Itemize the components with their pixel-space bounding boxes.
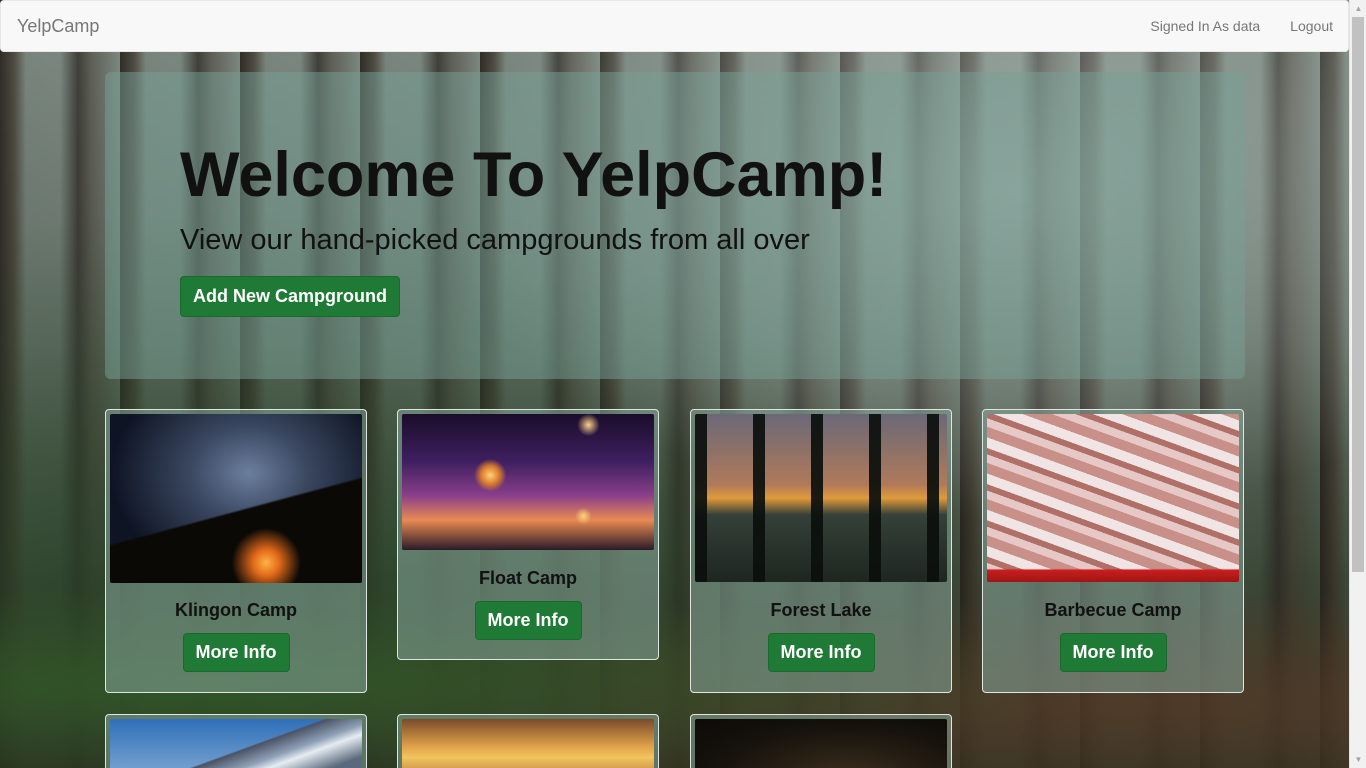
more-info-button[interactable]: More Info	[182, 633, 290, 672]
more-info-button[interactable]: More Info	[474, 601, 582, 640]
logout-link[interactable]: Logout	[1290, 18, 1333, 34]
campground-card: Forest Lake More Info	[690, 409, 952, 693]
brand-link[interactable]: YelpCamp	[17, 16, 99, 37]
campground-card	[105, 714, 367, 768]
signed-in-link[interactable]: Signed In As data	[1150, 18, 1260, 34]
forest-lake-sunset-image[interactable]	[695, 414, 947, 582]
campground-card: Klingon Camp More Info	[105, 409, 367, 693]
navbar: YelpCamp Signed In As data Logout	[0, 0, 1349, 52]
campground-card	[397, 714, 659, 768]
page-title: Welcome To YelpCamp!	[180, 140, 888, 210]
campground-name: Klingon Camp	[175, 600, 297, 620]
campground-name: Barbecue Camp	[1044, 600, 1182, 620]
navbar-right: Signed In As data Logout	[1120, 18, 1333, 34]
mountain-image[interactable]	[110, 719, 362, 768]
starry-night-campfire-image[interactable]	[110, 414, 362, 583]
campground-card: Float Camp More Info	[397, 409, 659, 660]
scroll-up-icon[interactable]: ▲	[1350, 0, 1366, 17]
sunset-image[interactable]	[402, 719, 654, 768]
dark-night-image[interactable]	[695, 719, 947, 768]
campground-name: Float Camp	[478, 568, 577, 588]
more-info-button[interactable]: More Info	[1059, 633, 1167, 672]
welcome-jumbotron: Welcome To YelpCamp! View our hand-picke…	[105, 72, 1245, 379]
hanging-tent-sunset-image[interactable]	[402, 414, 654, 550]
add-campground-button[interactable]: Add New Campground	[180, 276, 400, 317]
more-info-button[interactable]: More Info	[767, 633, 875, 672]
campground-card	[690, 714, 952, 768]
page-subtitle: View our hand-picked campgrounds from al…	[180, 224, 810, 256]
grilled-sausages-image[interactable]	[987, 414, 1239, 582]
campground-card: Barbecue Camp More Info	[982, 409, 1244, 693]
campground-name: Forest Lake	[770, 600, 872, 620]
scroll-down-icon[interactable]: ▼	[1350, 751, 1366, 768]
scrollbar-thumb[interactable]	[1352, 17, 1364, 572]
vertical-scrollbar[interactable]: ▲ ▼	[1349, 0, 1366, 768]
